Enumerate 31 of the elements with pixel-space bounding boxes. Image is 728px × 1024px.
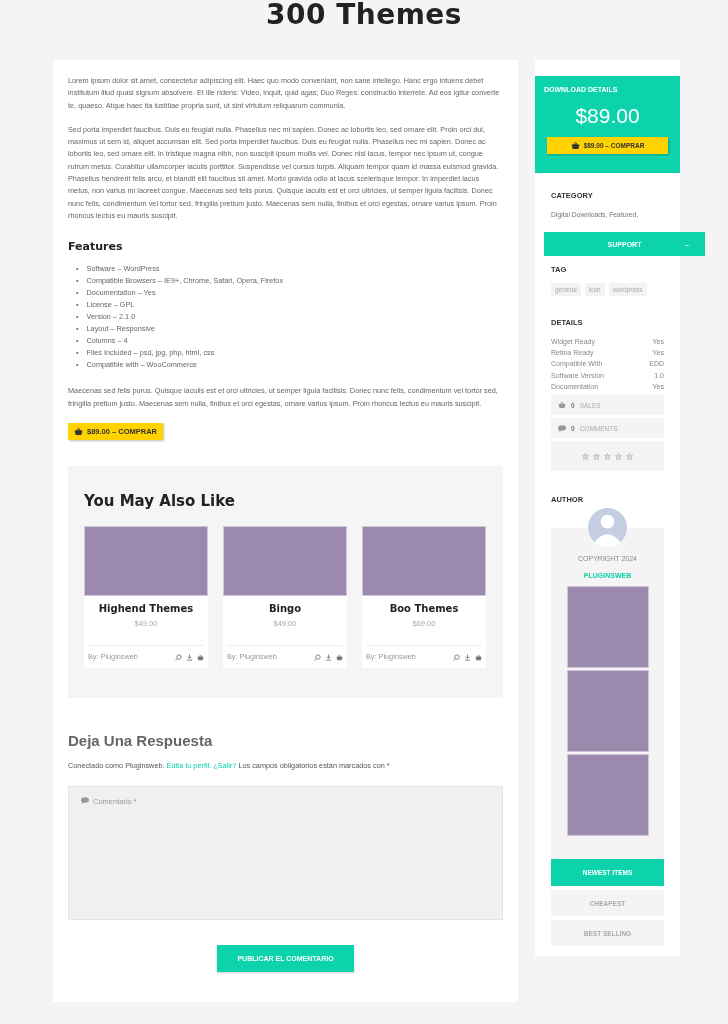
star-icon[interactable] (604, 452, 611, 460)
reply-heading: Deja Una Respuesta (68, 731, 214, 749)
image-placeholder[interactable] (566, 670, 649, 752)
image-placeholder[interactable] (566, 586, 649, 668)
features-heading: Features (68, 240, 124, 254)
star-icon[interactable] (593, 452, 600, 460)
product-title[interactable]: Boo Themes (362, 602, 486, 614)
basket-icon (74, 426, 83, 436)
product-title[interactable]: Highend Themes (84, 602, 208, 614)
related-heading: You May Also Like (84, 491, 236, 510)
download-icon[interactable] (325, 653, 332, 661)
download-icon[interactable] (464, 653, 471, 661)
page-title: 300 Themes (264, 0, 464, 33)
search-icon[interactable] (453, 653, 460, 661)
star-icon[interactable] (615, 452, 622, 460)
star-icon[interactable] (582, 452, 589, 460)
image-placeholder[interactable] (566, 754, 649, 836)
download-icon[interactable] (186, 653, 193, 661)
search-icon[interactable] (314, 653, 321, 661)
rating-stars[interactable] (551, 441, 664, 471)
product-title[interactable]: Bingo (223, 602, 347, 614)
basket-icon (336, 653, 343, 661)
speech-bubble-icon (81, 796, 89, 804)
basket-icon (570, 141, 580, 150)
basket-icon (558, 401, 566, 409)
speech-bubble-icon (558, 424, 566, 432)
price: $89.00 (574, 104, 641, 128)
basket-icon (197, 653, 204, 661)
star-icon[interactable] (626, 452, 633, 460)
basket-icon (475, 653, 482, 661)
search-icon[interactable] (175, 653, 182, 661)
